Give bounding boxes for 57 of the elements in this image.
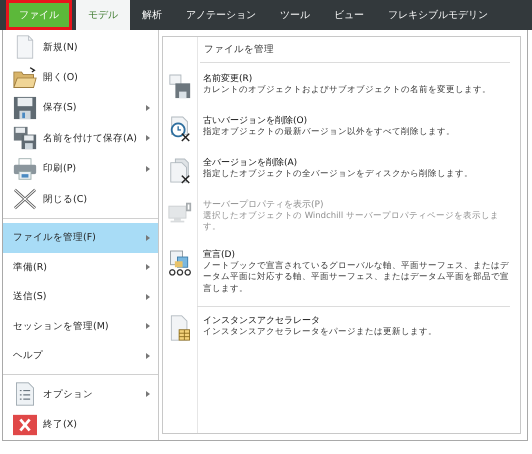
- submenu-item-title: 名前変更(R): [203, 72, 254, 85]
- submenu-title: ファイルを管理: [200, 41, 510, 63]
- floppy-disks-icon: [13, 126, 37, 150]
- menu-item[interactable]: 新規(N): [3, 32, 158, 62]
- documents-delete-icon: [168, 158, 192, 184]
- submenu-item-title: 古いバージョンを削除(O): [203, 114, 308, 126]
- ribbon-tab[interactable]: モデル: [76, 0, 130, 30]
- submenu-item-description: カレントのオブジェクトおよびサブオブジェクトの名前を変更します。: [203, 85, 492, 96]
- menu-item[interactable]: 開く(O): [3, 62, 158, 93]
- submenu-arrow-icon: [146, 234, 150, 241]
- submenu-item-description: 指定オブジェクトの最新バージョン以外をすべて削除します。: [203, 127, 456, 138]
- menu-item[interactable]: 名前を付けて保存(A): [3, 123, 158, 154]
- menu-item[interactable]: セッションを管理(M): [3, 311, 158, 341]
- submenu-item-description: 指定したオブジェクトの全バージョンをディスクから削除します。: [203, 169, 474, 180]
- document-clock-delete-icon: [168, 116, 192, 142]
- submenu-item[interactable]: 名前変更(R) カレントのオブジェクトおよびサブオブジェクトの名前を変更します。: [163, 69, 520, 103]
- ribbon-tab[interactable]: 解析: [130, 0, 174, 30]
- submenu-item[interactable]: インスタンスアクセラレータ インスタンスアクセラレータをパージまたは更新します。: [163, 306, 520, 344]
- submenu-item[interactable]: 古いバージョンを削除(O) 指定オブジェクトの最新バージョン以外をすべて削除します。: [163, 111, 520, 145]
- submenu-item-description: 選択したオブジェクトの Windchill サーバープロパティページを表示します。: [203, 211, 500, 234]
- ribbon-tab[interactable]: アノテーション: [174, 0, 268, 30]
- submenu-arrow-icon: [146, 166, 150, 172]
- submenu-arrow-icon: [146, 104, 150, 111]
- document-table-icon: [168, 315, 192, 342]
- ribbon-tab[interactable]: ビュー: [322, 0, 376, 30]
- folder-icon: [13, 66, 37, 90]
- submenu-item-description: インスタンスアクセラレータをパージまたは更新します。: [203, 327, 438, 339]
- submenu-arrow-icon: [146, 323, 150, 330]
- submenu-arrow-icon: [146, 294, 150, 300]
- submenu-arrow-icon: [146, 264, 150, 270]
- menu-item[interactable]: ファイルを管理(F): [3, 223, 158, 253]
- submenu-arrow-icon: [146, 352, 150, 359]
- submenu-item[interactable]: 宣言(D) ノートブックで宣言されているグローバルな軸、平面サーフェス、またはデータム平面に対応する軸、平面サーフェス、またはデータム平面を部品で宣言します。: [163, 244, 520, 298]
- submenu-item-title: 宣言(D): [203, 248, 236, 261]
- menu-item[interactable]: ヘルプ: [3, 340, 158, 370]
- menu-item[interactable]: 終了(X): [3, 410, 158, 440]
- menu-item[interactable]: オプション: [3, 379, 158, 410]
- ribbon-tab[interactable]: ツール: [268, 0, 322, 30]
- submenu-item-title: サーバープロパティを表示(P): [203, 198, 324, 211]
- submenu-item-description: ノートブックで宣言されているグローバルな軸、平面サーフェス、またはデータム平面に対応する軸、平面サーフェス、またはデータム平面を部品で宣言します。: [203, 260, 510, 296]
- menu-item[interactable]: 保存(S): [3, 92, 158, 124]
- submenu-item[interactable]: 全バージョンを削除(A) 指定したオブジェクトの全バージョンをディスクから削除します。: [163, 153, 520, 187]
- list-document-icon: [13, 382, 37, 406]
- submenu-arrow-icon: [146, 135, 150, 142]
- notebook-chain-icon: [168, 250, 192, 276]
- ribbon-tab[interactable]: フレキシブルモデリン: [376, 0, 500, 30]
- submenu-item-title: 全バージョンを削除(A): [203, 156, 298, 168]
- floppy-disk-icon: [168, 74, 192, 100]
- menu-item[interactable]: 印刷(P): [3, 154, 158, 184]
- submenu-arrow-icon: [146, 391, 150, 398]
- submenu-item-title: インスタンスアクセラレータ: [203, 315, 321, 328]
- menu-item[interactable]: 準備(R): [3, 252, 158, 282]
- printer-icon: [13, 156, 37, 181]
- close-icon: [13, 187, 37, 212]
- menu-item[interactable]: 閉じる(C): [3, 184, 158, 214]
- exit-icon: [13, 412, 37, 437]
- menu-item[interactable]: 送信(S): [3, 282, 158, 312]
